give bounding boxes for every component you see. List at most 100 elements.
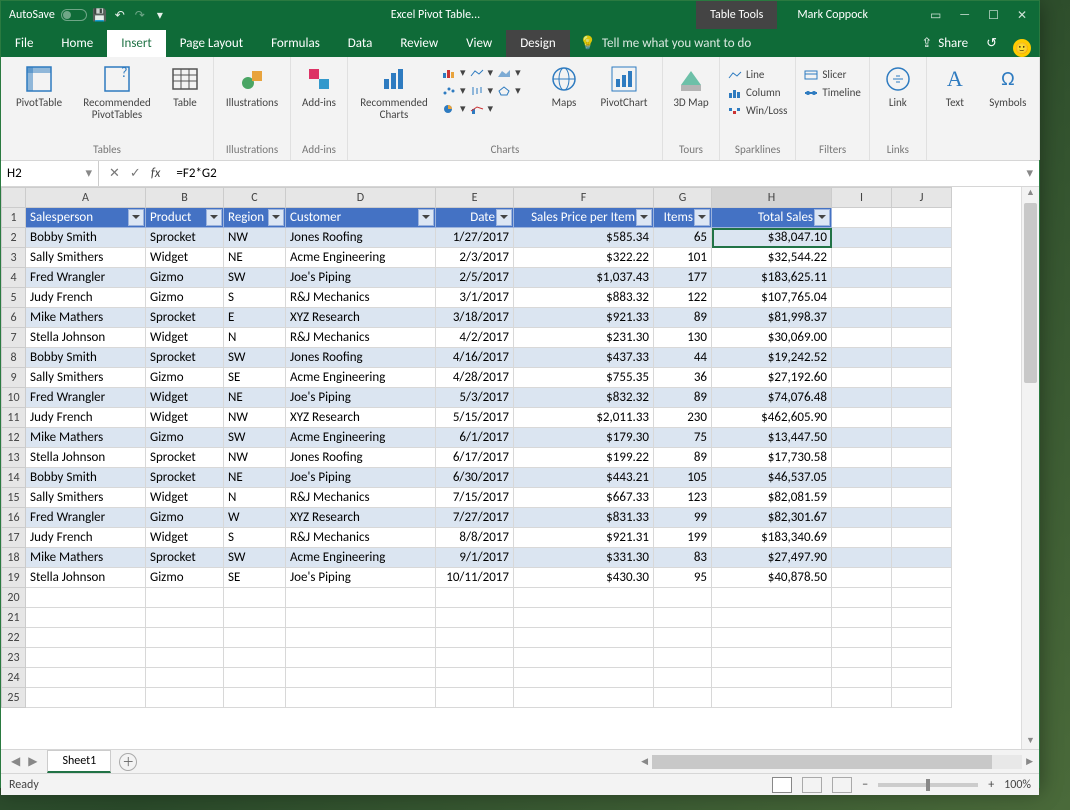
formula-input[interactable]: =F2*G2 [170,166,1020,181]
redo-icon[interactable]: ↷ [133,8,147,22]
col-header-H[interactable]: H [712,188,832,208]
cell-G9[interactable]: 36 [654,368,712,388]
cell-F8[interactable]: $437.33 [514,348,654,368]
cell-D3[interactable]: Acme Engineering [286,248,436,268]
cell-E20[interactable] [436,588,514,608]
row-header-14[interactable]: 14 [2,468,26,488]
tab-home[interactable]: Home [47,30,107,57]
table-header-salesperson[interactable]: Salesperson [26,208,146,228]
qat-more-icon[interactable]: ▾ [153,8,167,22]
cell-B13[interactable]: Sprocket [146,448,224,468]
zoom-in-icon[interactable]: + [988,778,994,792]
table-header-product[interactable]: Product [146,208,224,228]
cell-E2[interactable]: 1/27/2017 [436,228,514,248]
cell-G17[interactable]: 199 [654,528,712,548]
cell-A21[interactable] [26,608,146,628]
cell-A2[interactable]: Bobby Smith [26,228,146,248]
cell-G19[interactable]: 95 [654,568,712,588]
row-header-4[interactable]: 4 [2,268,26,288]
cell-A4[interactable]: Fred Wrangler [26,268,146,288]
cell-E8[interactable]: 4/16/2017 [436,348,514,368]
cell-I25[interactable] [832,688,892,708]
cell-B10[interactable]: Widget [146,388,224,408]
cell-J21[interactable] [892,608,952,628]
tab-formulas[interactable]: Formulas [257,30,334,57]
cell-A18[interactable]: Mike Mathers [26,548,146,568]
cell-B21[interactable] [146,608,224,628]
cell-J23[interactable] [892,648,952,668]
cell-B3[interactable]: Widget [146,248,224,268]
cell-J25[interactable] [892,688,952,708]
cell-F7[interactable]: $231.30 [514,328,654,348]
table-header-sales price per item[interactable]: Sales Price per Item [514,208,654,228]
timeline-button[interactable]: Timeline [802,85,862,100]
cell-G11[interactable]: 230 [654,408,712,428]
cell-F23[interactable] [514,648,654,668]
cell-A9[interactable]: Sally Smithers [26,368,146,388]
cell-H2[interactable]: $38,047.10 [712,228,832,248]
cell-G14[interactable]: 105 [654,468,712,488]
cell-E14[interactable]: 6/30/2017 [436,468,514,488]
cell-D16[interactable]: XYZ Research [286,508,436,528]
cell-F24[interactable] [514,668,654,688]
col-header-J[interactable]: J [892,188,952,208]
cell-J22[interactable] [892,628,952,648]
cell-E18[interactable]: 9/1/2017 [436,548,514,568]
zoom-slider[interactable] [878,783,978,787]
link-button[interactable]: Link [876,61,920,111]
cell-E5[interactable]: 3/1/2017 [436,288,514,308]
row-header-5[interactable]: 5 [2,288,26,308]
cell-B24[interactable] [146,668,224,688]
cell-A22[interactable] [26,628,146,648]
cell-H19[interactable]: $40,878.50 [712,568,832,588]
cell-G8[interactable]: 44 [654,348,712,368]
cell-A3[interactable]: Sally Smithers [26,248,146,268]
row-header-20[interactable]: 20 [2,588,26,608]
cell-H6[interactable]: $81,998.37 [712,308,832,328]
cell-B16[interactable]: Gizmo [146,508,224,528]
cell-D20[interactable] [286,588,436,608]
cell-A10[interactable]: Fred Wrangler [26,388,146,408]
tab-data[interactable]: Data [334,30,387,57]
cell-D15[interactable]: R&J Mechanics [286,488,436,508]
row-header-16[interactable]: 16 [2,508,26,528]
cell-J20[interactable] [892,588,952,608]
cell-G16[interactable]: 99 [654,508,712,528]
cell-B25[interactable] [146,688,224,708]
cell-H20[interactable] [712,588,832,608]
cell-B15[interactable]: Widget [146,488,224,508]
cell-A11[interactable]: Judy French [26,408,146,428]
row-header-8[interactable]: 8 [2,348,26,368]
cell-C20[interactable] [224,588,286,608]
cell-D13[interactable]: Jones Roofing [286,448,436,468]
cell-F11[interactable]: $2,011.33 [514,408,654,428]
row-header-24[interactable]: 24 [2,668,26,688]
cell-H21[interactable] [712,608,832,628]
col-header-G[interactable]: G [654,188,712,208]
cell-F3[interactable]: $322.22 [514,248,654,268]
tab-design[interactable]: Design [506,30,569,57]
slicer-button[interactable]: Slicer [802,67,862,82]
cell-C12[interactable]: SW [224,428,286,448]
chart-row-3[interactable]: ▾ ▾ [440,101,536,116]
cell-E10[interactable]: 5/3/2017 [436,388,514,408]
cancel-formula-icon[interactable]: ✕ [109,166,120,181]
cell-G13[interactable]: 89 [654,448,712,468]
cell-C18[interactable]: SW [224,548,286,568]
table-header-date[interactable]: Date [436,208,514,228]
save-icon[interactable]: 💾 [93,8,107,22]
cell-H3[interactable]: $32,544.22 [712,248,832,268]
cell-E23[interactable] [436,648,514,668]
cell-E16[interactable]: 7/27/2017 [436,508,514,528]
cell-G18[interactable]: 83 [654,548,712,568]
cell-A7[interactable]: Stella Johnson [26,328,146,348]
row-header-7[interactable]: 7 [2,328,26,348]
cell-A14[interactable]: Bobby Smith [26,468,146,488]
cell-C5[interactable]: S [224,288,286,308]
cell-G15[interactable]: 123 [654,488,712,508]
cell-H17[interactable]: $183,340.69 [712,528,832,548]
cell-G5[interactable]: 122 [654,288,712,308]
tab-file[interactable]: File [1,30,47,57]
cell-E6[interactable]: 3/18/2017 [436,308,514,328]
cell-H8[interactable]: $19,242.52 [712,348,832,368]
